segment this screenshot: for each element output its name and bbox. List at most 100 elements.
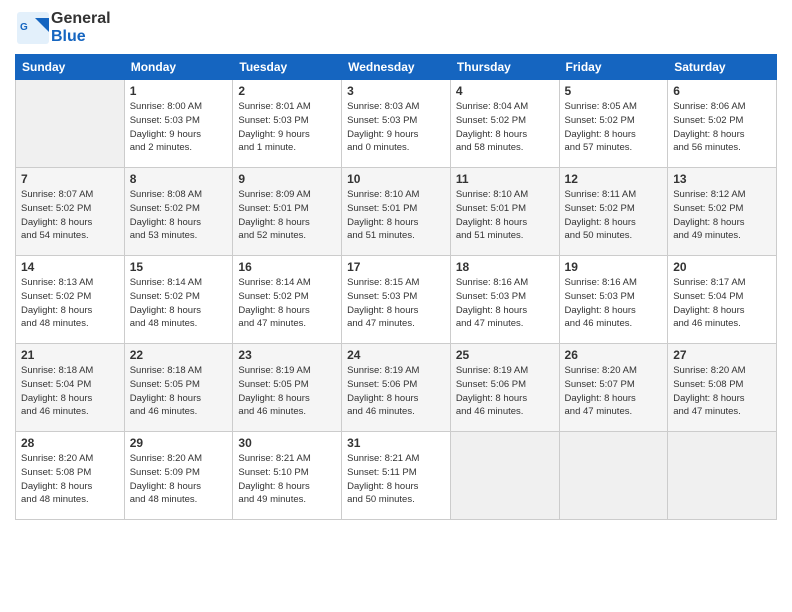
day-info: Sunrise: 8:15 AM Sunset: 5:03 PM Dayligh… xyxy=(347,276,445,331)
day-number: 13 xyxy=(673,172,771,186)
day-cell: 23 Sunrise: 8:19 AM Sunset: 5:05 PM Dayli… xyxy=(233,344,342,432)
col-header-monday: Monday xyxy=(124,55,233,80)
day-number: 23 xyxy=(238,348,336,362)
day-info: Sunrise: 8:12 AM Sunset: 5:02 PM Dayligh… xyxy=(673,188,771,243)
calendar-page: G General Blue SundayMondayTuesdayWednes… xyxy=(0,0,792,612)
day-number: 20 xyxy=(673,260,771,274)
col-header-wednesday: Wednesday xyxy=(342,55,451,80)
day-cell: 24 Sunrise: 8:19 AM Sunset: 5:06 PM Dayli… xyxy=(342,344,451,432)
day-info: Sunrise: 8:20 AM Sunset: 5:07 PM Dayligh… xyxy=(565,364,663,419)
day-cell: 5Sunrise: 8:05 AM Sunset: 5:02 PM Daylig… xyxy=(559,80,668,168)
day-info: Sunrise: 8:00 AM Sunset: 5:03 PM Dayligh… xyxy=(130,100,228,155)
day-cell: 7Sunrise: 8:07 AM Sunset: 5:02 PM Daylig… xyxy=(16,168,125,256)
day-cell: 17 Sunrise: 8:15 AM Sunset: 5:03 PM Dayli… xyxy=(342,256,451,344)
header: G General Blue xyxy=(15,10,777,46)
day-number: 17 xyxy=(347,260,445,274)
col-header-friday: Friday xyxy=(559,55,668,80)
logo-icon: G xyxy=(15,10,51,46)
day-info: Sunrise: 8:19 AM Sunset: 5:05 PM Dayligh… xyxy=(238,364,336,419)
day-info: Sunrise: 8:06 AM Sunset: 5:02 PM Dayligh… xyxy=(673,100,771,155)
calendar-table: SundayMondayTuesdayWednesdayThursdayFrid… xyxy=(15,54,777,520)
day-info: Sunrise: 8:21 AM Sunset: 5:10 PM Dayligh… xyxy=(238,452,336,507)
day-cell: 19Sunrise: 8:16 AM Sunset: 5:03 PM Dayli… xyxy=(559,256,668,344)
day-number: 18 xyxy=(456,260,554,274)
day-info: Sunrise: 8:03 AM Sunset: 5:03 PM Dayligh… xyxy=(347,100,445,155)
day-cell: 9Sunrise: 8:09 AM Sunset: 5:01 PM Daylig… xyxy=(233,168,342,256)
day-number: 3 xyxy=(347,84,445,98)
day-number: 25 xyxy=(456,348,554,362)
day-number: 6 xyxy=(673,84,771,98)
day-info: Sunrise: 8:16 AM Sunset: 5:03 PM Dayligh… xyxy=(456,276,554,331)
day-number: 11 xyxy=(456,172,554,186)
day-cell: 10 Sunrise: 8:10 AM Sunset: 5:01 PM Dayli… xyxy=(342,168,451,256)
day-number: 2 xyxy=(238,84,336,98)
col-header-sunday: Sunday xyxy=(16,55,125,80)
day-number: 10 xyxy=(347,172,445,186)
header-row: SundayMondayTuesdayWednesdayThursdayFrid… xyxy=(16,55,777,80)
day-cell: 4 Sunrise: 8:04 AM Sunset: 5:02 PM Daylig… xyxy=(450,80,559,168)
col-header-thursday: Thursday xyxy=(450,55,559,80)
day-cell: 20 Sunrise: 8:17 AM Sunset: 5:04 PM Dayli… xyxy=(668,256,777,344)
day-number: 28 xyxy=(21,436,119,450)
day-cell: 12Sunrise: 8:11 AM Sunset: 5:02 PM Dayli… xyxy=(559,168,668,256)
day-info: Sunrise: 8:14 AM Sunset: 5:02 PM Dayligh… xyxy=(238,276,336,331)
day-info: Sunrise: 8:07 AM Sunset: 5:02 PM Dayligh… xyxy=(21,188,119,243)
day-number: 8 xyxy=(130,172,228,186)
day-info: Sunrise: 8:04 AM Sunset: 5:02 PM Dayligh… xyxy=(456,100,554,155)
day-info: Sunrise: 8:20 AM Sunset: 5:08 PM Dayligh… xyxy=(673,364,771,419)
day-cell: 13 Sunrise: 8:12 AM Sunset: 5:02 PM Dayli… xyxy=(668,168,777,256)
day-info: Sunrise: 8:13 AM Sunset: 5:02 PM Dayligh… xyxy=(21,276,119,331)
day-cell: 21 Sunrise: 8:18 AM Sunset: 5:04 PM Dayli… xyxy=(16,344,125,432)
day-number: 26 xyxy=(565,348,663,362)
day-info: Sunrise: 8:05 AM Sunset: 5:02 PM Dayligh… xyxy=(565,100,663,155)
day-number: 29 xyxy=(130,436,228,450)
day-cell: 2 Sunrise: 8:01 AM Sunset: 5:03 PM Daylig… xyxy=(233,80,342,168)
day-cell: 8 Sunrise: 8:08 AM Sunset: 5:02 PM Daylig… xyxy=(124,168,233,256)
day-cell: 15Sunrise: 8:14 AM Sunset: 5:02 PM Dayli… xyxy=(124,256,233,344)
day-number: 24 xyxy=(347,348,445,362)
day-number: 1 xyxy=(130,84,228,98)
week-row-5: 28 Sunrise: 8:20 AM Sunset: 5:08 PM Dayli… xyxy=(16,432,777,520)
day-cell: 16Sunrise: 8:14 AM Sunset: 5:02 PM Dayli… xyxy=(233,256,342,344)
day-number: 21 xyxy=(21,348,119,362)
day-number: 15 xyxy=(130,260,228,274)
col-header-tuesday: Tuesday xyxy=(233,55,342,80)
day-number: 22 xyxy=(130,348,228,362)
day-info: Sunrise: 8:17 AM Sunset: 5:04 PM Dayligh… xyxy=(673,276,771,331)
day-cell: 6 Sunrise: 8:06 AM Sunset: 5:02 PM Daylig… xyxy=(668,80,777,168)
day-cell xyxy=(450,432,559,520)
day-info: Sunrise: 8:01 AM Sunset: 5:03 PM Dayligh… xyxy=(238,100,336,155)
col-header-saturday: Saturday xyxy=(668,55,777,80)
logo-text-line2: Blue xyxy=(51,28,111,46)
day-info: Sunrise: 8:19 AM Sunset: 5:06 PM Dayligh… xyxy=(456,364,554,419)
day-number: 31 xyxy=(347,436,445,450)
day-number: 30 xyxy=(238,436,336,450)
day-cell xyxy=(668,432,777,520)
day-info: Sunrise: 8:08 AM Sunset: 5:02 PM Dayligh… xyxy=(130,188,228,243)
day-cell: 28 Sunrise: 8:20 AM Sunset: 5:08 PM Dayli… xyxy=(16,432,125,520)
day-info: Sunrise: 8:11 AM Sunset: 5:02 PM Dayligh… xyxy=(565,188,663,243)
week-row-4: 21 Sunrise: 8:18 AM Sunset: 5:04 PM Dayli… xyxy=(16,344,777,432)
logo: G General Blue xyxy=(15,10,111,46)
day-info: Sunrise: 8:10 AM Sunset: 5:01 PM Dayligh… xyxy=(347,188,445,243)
day-info: Sunrise: 8:19 AM Sunset: 5:06 PM Dayligh… xyxy=(347,364,445,419)
day-info: Sunrise: 8:20 AM Sunset: 5:08 PM Dayligh… xyxy=(21,452,119,507)
day-cell: 18 Sunrise: 8:16 AM Sunset: 5:03 PM Dayli… xyxy=(450,256,559,344)
day-cell: 11Sunrise: 8:10 AM Sunset: 5:01 PM Dayli… xyxy=(450,168,559,256)
day-info: Sunrise: 8:18 AM Sunset: 5:05 PM Dayligh… xyxy=(130,364,228,419)
day-cell: 25 Sunrise: 8:19 AM Sunset: 5:06 PM Dayli… xyxy=(450,344,559,432)
day-cell: 31Sunrise: 8:21 AM Sunset: 5:11 PM Dayli… xyxy=(342,432,451,520)
week-row-3: 14 Sunrise: 8:13 AM Sunset: 5:02 PM Dayli… xyxy=(16,256,777,344)
day-info: Sunrise: 8:20 AM Sunset: 5:09 PM Dayligh… xyxy=(130,452,228,507)
day-info: Sunrise: 8:18 AM Sunset: 5:04 PM Dayligh… xyxy=(21,364,119,419)
day-cell: 22 Sunrise: 8:18 AM Sunset: 5:05 PM Dayli… xyxy=(124,344,233,432)
week-row-2: 7Sunrise: 8:07 AM Sunset: 5:02 PM Daylig… xyxy=(16,168,777,256)
day-cell: 27Sunrise: 8:20 AM Sunset: 5:08 PM Dayli… xyxy=(668,344,777,432)
day-info: Sunrise: 8:09 AM Sunset: 5:01 PM Dayligh… xyxy=(238,188,336,243)
day-cell: 30 Sunrise: 8:21 AM Sunset: 5:10 PM Dayli… xyxy=(233,432,342,520)
day-cell: 1 Sunrise: 8:00 AM Sunset: 5:03 PM Daylig… xyxy=(124,80,233,168)
day-cell: 26 Sunrise: 8:20 AM Sunset: 5:07 PM Dayli… xyxy=(559,344,668,432)
day-number: 14 xyxy=(21,260,119,274)
day-number: 4 xyxy=(456,84,554,98)
day-number: 19 xyxy=(565,260,663,274)
